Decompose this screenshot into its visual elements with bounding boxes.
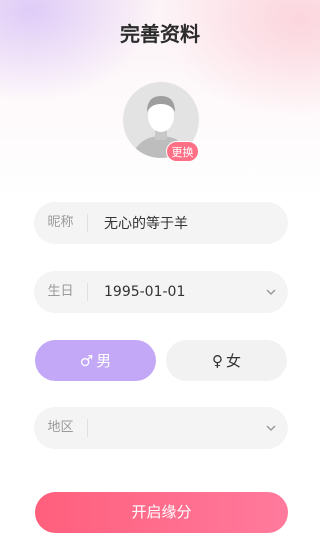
nickname-input[interactable]: 无心的等于羊 [88,213,288,233]
page-title: 完善资料 [120,22,200,46]
region-label: 地区 [34,419,88,437]
avatar-section[interactable]: 更换 [123,82,199,162]
chevron-down-icon[interactable] [254,288,288,296]
gender-male-label: 男 [96,352,112,370]
submit-button[interactable]: 开启缘分 [35,492,288,533]
birthday-value[interactable]: 1995-01-01 [88,284,254,300]
chevron-down-icon[interactable] [254,424,288,432]
female-icon: ♀ [211,351,223,370]
gender-female-label: 女 [225,352,241,370]
region-field[interactable]: 地区 [34,407,288,449]
change-avatar-button[interactable]: 更换 [166,141,199,162]
male-icon: ♂ [79,351,94,370]
birthday-field[interactable]: 生日 1995-01-01 [34,271,288,313]
birthday-label: 生日 [34,283,88,301]
gender-male-button[interactable]: ♂ 男 [35,340,156,381]
nickname-label: 昵称 [34,214,88,232]
nickname-field[interactable]: 昵称 无心的等于羊 [34,202,288,244]
gender-female-button[interactable]: ♀ 女 [166,340,287,381]
